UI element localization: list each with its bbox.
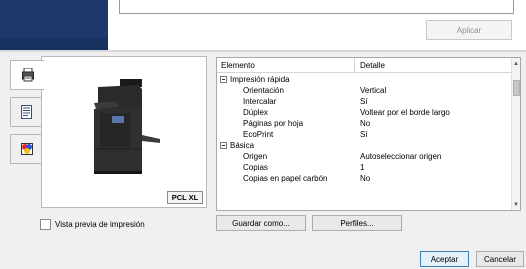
settings-edit-box xyxy=(119,0,514,14)
row-value: Autoseleccionar origen xyxy=(360,152,442,161)
apply-button[interactable]: Aplicar xyxy=(426,20,512,40)
header-element: Elemento xyxy=(221,61,255,70)
profiles-button[interactable]: Perfiles... xyxy=(312,215,402,231)
column-separator xyxy=(354,58,355,72)
row-label: Dúplex xyxy=(243,108,268,117)
row-label: Intercalar xyxy=(243,97,277,106)
table-row[interactable]: Dúplex Voltear por el borde largo xyxy=(217,107,512,118)
header-detail: Detalle xyxy=(360,61,385,70)
cancel-button[interactable]: Cancelar xyxy=(476,251,524,267)
accept-button[interactable]: Aceptar xyxy=(420,251,469,267)
row-label: Origen xyxy=(243,152,268,161)
table-row[interactable]: Copias 1 xyxy=(217,162,512,173)
row-label: Páginas por hoja xyxy=(243,119,304,128)
collapse-toggle-icon[interactable] xyxy=(220,76,227,83)
save-as-button[interactable]: Guardar como... xyxy=(216,215,306,231)
row-value: Vertical xyxy=(360,86,387,95)
row-label: Impresión rápida xyxy=(230,75,290,84)
top-band: Aplicar xyxy=(0,0,526,50)
print-preview-option[interactable]: Vista previa de impresión xyxy=(40,219,145,230)
row-value: Voltear por el borde largo xyxy=(360,108,450,117)
table-row[interactable]: Intercalar Sí xyxy=(217,96,512,107)
divider xyxy=(0,50,526,52)
grid-header: Elemento Detalle xyxy=(217,58,512,73)
scroll-up-icon[interactable]: ▲ xyxy=(512,59,520,68)
row-label: EcoPrint xyxy=(243,130,274,139)
table-row[interactable]: Copias en papel carbón No xyxy=(217,173,512,184)
document-icon xyxy=(21,105,32,119)
row-value: Sí xyxy=(360,97,368,106)
printer-preview: PCL XL xyxy=(41,56,207,208)
color-image-icon xyxy=(20,143,33,155)
scroll-thumb[interactable] xyxy=(513,80,520,96)
row-label: Orientación xyxy=(243,86,284,95)
settings-grid: Elemento Detalle Impresión rápida Orient… xyxy=(216,57,521,211)
tab-document[interactable] xyxy=(10,97,42,127)
table-row[interactable]: Orientación Vertical xyxy=(217,85,512,96)
row-value: Sí xyxy=(360,130,368,139)
row-value: 1 xyxy=(360,163,365,172)
print-preview-label: Vista previa de impresión xyxy=(55,220,145,229)
row-label: Básica xyxy=(230,141,255,150)
table-row[interactable]: EcoPrint Sí xyxy=(217,129,512,140)
tab-color[interactable] xyxy=(10,134,42,164)
table-row[interactable]: Páginas por hoja No xyxy=(217,118,512,129)
row-label: Copias en papel carbón xyxy=(243,174,328,183)
row-value: No xyxy=(360,174,371,183)
row-value: No xyxy=(360,119,371,128)
vertical-scrollbar[interactable]: ▲ ▼ xyxy=(511,58,520,210)
printer-icon xyxy=(21,68,34,82)
group-row-basic[interactable]: Básica xyxy=(217,140,512,151)
printer-image xyxy=(94,79,160,174)
group-row-quick-print[interactable]: Impresión rápida xyxy=(217,74,512,85)
collapse-toggle-icon[interactable] xyxy=(220,142,227,149)
print-preview-checkbox[interactable] xyxy=(40,219,51,230)
row-label: Copias xyxy=(243,163,268,172)
tab-printer[interactable] xyxy=(10,60,44,90)
side-tabs xyxy=(10,60,44,170)
scroll-down-icon[interactable]: ▼ xyxy=(512,200,520,209)
header-brand-shade xyxy=(0,38,108,50)
table-row[interactable]: Origen Autoseleccionar origen xyxy=(217,151,512,162)
pcl-xl-badge: PCL XL xyxy=(167,191,203,204)
